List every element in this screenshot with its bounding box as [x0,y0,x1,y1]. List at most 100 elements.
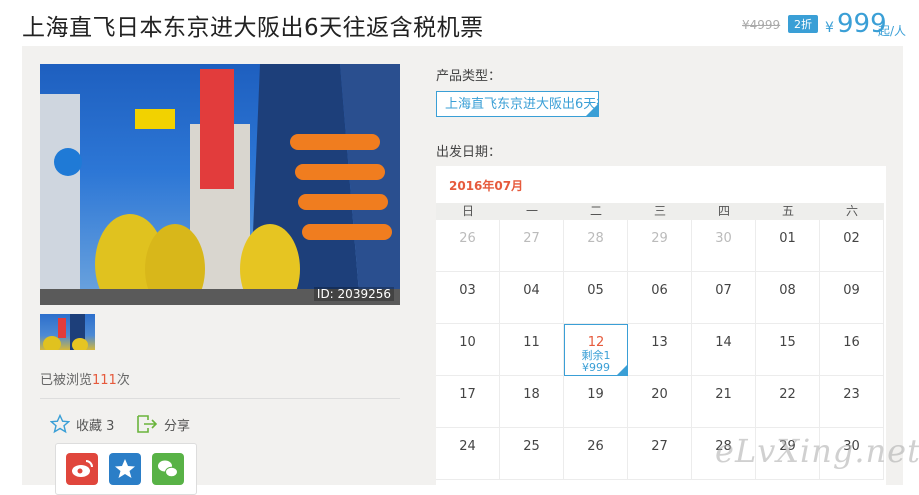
thumbnail-image [43,314,88,350]
share-label: 分享 [164,418,191,434]
photo-thumbnail[interactable] [40,314,95,350]
discount-badge: 2折 [788,15,818,33]
departure-date-label: 出发日期： [436,145,502,160]
weekday-fri: 五 [781,204,794,218]
calendar-day[interactable]: 14 [692,324,756,376]
weibo-share-button[interactable] [66,453,98,485]
calendar-day[interactable]: 26 [436,220,500,272]
calendar-day[interactable]: 11 [500,324,564,376]
qzone-icon [115,459,135,478]
calendar-day-number: 03 [459,283,476,298]
weekday-header: 日 一 二 三 四 五 六 [436,203,884,220]
product-type-label: 产品类型： [436,69,502,84]
calendar-day-number: 06 [651,283,668,298]
calendar-day-number: 27 [523,231,540,246]
calendar-day-number: 10 [459,335,476,350]
city-street-image [40,64,400,305]
calendar-day[interactable]: 13 [628,324,692,376]
calendar-day-number: 22 [779,387,796,402]
calendar-day[interactable]: 22 [756,376,820,428]
calendar-month: 2016年07月 [449,179,524,193]
weibo-icon [72,460,93,477]
calendar-day[interactable]: 01 [756,220,820,272]
calendar-day-number: 28 [587,231,604,246]
calendar-day[interactable]: 02 [820,220,884,272]
page-title: 上海直飞日本东京进大阪出6天往返含税机票 [22,15,484,41]
calendar-day[interactable]: 08 [756,272,820,324]
weekday-mon: 一 [525,204,538,218]
weekday-thu: 四 [717,204,730,218]
calendar-day[interactable]: 17 [436,376,500,428]
calendar-day[interactable]: 06 [628,272,692,324]
weekday-sun: 日 [461,204,474,218]
calendar-day[interactable]: 26 [564,428,628,480]
calendar-day-number: 11 [523,335,540,350]
calendar-day-selected[interactable]: 12 剩余1 ¥999 [564,324,628,376]
photo-id: ID: 2039256 [313,287,394,301]
calendar-day[interactable]: 03 [436,272,500,324]
calendar-day-number: 24 [459,439,476,454]
calendar-day-number: 30 [715,231,732,246]
share-icon [137,415,158,433]
main-photo[interactable]: ID: 2039256 [40,64,400,305]
calendar-day[interactable]: 28 [564,220,628,272]
view-count: 已被浏览111次 [40,373,130,388]
price-unit: 起/人 [878,24,907,38]
share-button[interactable]: 分享 [136,414,190,434]
favorite-label: 收藏 3 [76,418,115,434]
calendar-day-number: 14 [715,335,732,350]
calendar-day[interactable]: 24 [436,428,500,480]
view-count-number: 111 [92,373,117,388]
wechat-icon [158,460,178,478]
calendar-day-number: 25 [523,439,540,454]
product-option-label: 上海直飞东京进大阪出6天往返含税机票 [445,97,598,112]
calendar-day-number: 26 [587,439,604,454]
star-icon [50,414,70,434]
product-option[interactable]: 上海直飞东京进大阪出6天往返含税机票 [436,91,599,117]
calendar-day-number: 29 [651,231,668,246]
calendar-day[interactable]: 15 [756,324,820,376]
currency-symbol: ¥ [825,20,834,36]
original-price: ¥4999 [742,18,781,32]
weekday-wed: 三 [653,204,666,218]
calendar-day-number: 16 [843,335,860,350]
calendar-day[interactable]: 16 [820,324,884,376]
calendar-day[interactable]: 09 [820,272,884,324]
favorite-button[interactable]: 收藏 3 [50,414,114,434]
wechat-share-button[interactable] [152,453,184,485]
calendar-day-number: 07 [715,283,732,298]
calendar-day-number: 09 [843,283,860,298]
calendar-day[interactable]: 21 [692,376,756,428]
calendar-day-number: 21 [715,387,732,402]
calendar-day-number: 17 [459,387,476,402]
site-watermark: eLvXing.net [715,432,919,470]
calendar-day-number: 01 [779,231,796,246]
calendar-day[interactable]: 07 [692,272,756,324]
calendar-day-number: 20 [651,387,668,402]
calendar-day[interactable]: 20 [628,376,692,428]
selected-check-icon [586,104,598,116]
calendar-day-number: 04 [523,283,540,298]
calendar-day[interactable]: 10 [436,324,500,376]
calendar-day-number: 19 [587,387,604,402]
selected-check-icon [617,365,627,375]
calendar-day-number: 13 [651,335,668,350]
calendar-day[interactable]: 18 [500,376,564,428]
calendar-day[interactable]: 27 [500,220,564,272]
calendar-day-number: 08 [779,283,796,298]
calendar-day[interactable]: 30 [692,220,756,272]
calendar-day[interactable]: 04 [500,272,564,324]
calendar-day[interactable]: 29 [628,220,692,272]
calendar-day[interactable]: 19 [564,376,628,428]
qzone-share-button[interactable] [109,453,141,485]
calendar-day-number: 12 [587,335,605,350]
calendar-day-number: 23 [843,387,860,402]
share-popup [55,443,197,495]
calendar-day[interactable]: 05 [564,272,628,324]
calendar-day[interactable]: 23 [820,376,884,428]
weekday-tue: 二 [589,204,602,218]
calendar-day[interactable]: 25 [500,428,564,480]
weekday-sat: 六 [845,204,858,218]
calendar-day[interactable]: 27 [628,428,692,480]
calendar-day-number: 27 [651,439,668,454]
